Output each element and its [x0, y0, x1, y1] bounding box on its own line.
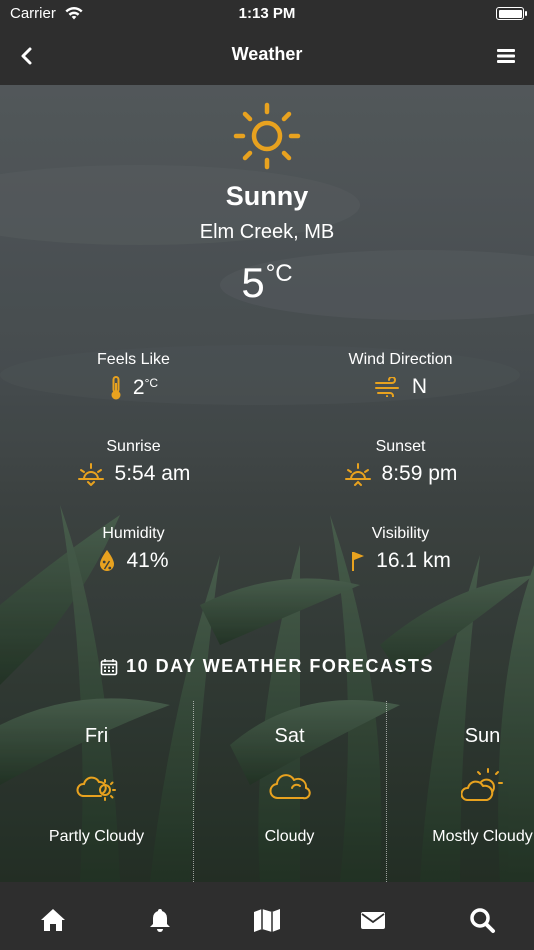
- feels-like-value: 2: [132, 376, 145, 399]
- humidity-drop-icon: [100, 550, 115, 571]
- wind-direction-value: N: [411, 375, 428, 398]
- sunrise-stat: Sunrise 5:54 am: [0, 438, 267, 486]
- calendar-icon: [100, 658, 118, 675]
- current-temperature: 5°C: [0, 259, 534, 307]
- home-icon[interactable]: [39, 906, 67, 934]
- visibility-value: 16.1 km: [376, 549, 451, 572]
- page-title: Weather: [231, 44, 303, 64]
- status-time: 1:13 PM: [238, 5, 296, 22]
- wind-icon: [374, 377, 399, 397]
- forecast-title: 10 DAY WEATHER FORECASTS: [126, 656, 434, 676]
- sunrise-value: 5:54 am: [114, 462, 191, 485]
- forecast-day[interactable]: Sat Cloudy: [193, 701, 386, 882]
- forecast-day[interactable]: Fri Partly Cloudy: [0, 701, 193, 882]
- wind-direction-label: Wind Direction: [348, 351, 453, 368]
- flag-icon: [352, 552, 365, 571]
- hamburger-menu-icon[interactable]: [492, 42, 520, 70]
- visibility-stat: Visibility 16.1 km: [267, 525, 534, 573]
- envelope-icon[interactable]: [359, 906, 387, 934]
- sunset-icon: [344, 463, 371, 486]
- forecast-day-description: Mostly Cloudy: [432, 828, 533, 845]
- sunset-value: 8:59 pm: [381, 462, 458, 485]
- temperature-unit: °C: [265, 260, 293, 287]
- temperature-value: 5: [241, 259, 265, 306]
- visibility-label: Visibility: [371, 525, 430, 542]
- location-label: Elm Creek, MB: [199, 221, 335, 243]
- thermometer-icon: [111, 376, 121, 400]
- map-icon[interactable]: [253, 906, 281, 934]
- sunset-label: Sunset: [375, 438, 426, 455]
- sunrise-label: Sunrise: [106, 438, 161, 455]
- tab-bar: [0, 882, 534, 950]
- feels-like-label: Feels Like: [97, 351, 170, 368]
- forecast-day-name: Sun: [464, 725, 501, 747]
- partly-cloudy-icon: [76, 776, 116, 801]
- sunset-stat: Sunset 8:59 pm: [267, 438, 534, 486]
- battery-icon: [496, 7, 527, 20]
- bell-icon[interactable]: [146, 906, 174, 934]
- sunrise-icon: [77, 463, 104, 486]
- status-bar: Carrier 1:13 PM: [0, 0, 534, 28]
- forecast-day-name: Sat: [274, 725, 305, 747]
- search-icon[interactable]: [468, 906, 496, 934]
- sun-icon: [233, 102, 301, 170]
- feels-like-unit: °C: [144, 376, 159, 390]
- humidity-value: 41%: [126, 549, 169, 572]
- feels-like-stat: Feels Like 2°C: [0, 351, 267, 401]
- forecast-list[interactable]: Fri Partly Cloudy Sat Cloudy Sun Mostly …: [0, 701, 534, 882]
- wind-direction-stat: Wind Direction N: [267, 351, 534, 399]
- navigation-bar: Weather: [0, 28, 534, 85]
- cloudy-icon: [269, 774, 311, 800]
- current-weather: Sunny Elm Creek, MB 5°C Feels Like 2°C W…: [0, 85, 534, 882]
- humidity-label: Humidity: [102, 525, 165, 542]
- forecast-day-description: Cloudy: [264, 828, 315, 845]
- forecast-day[interactable]: Sun Mostly Cloudy: [386, 701, 534, 882]
- forecast-header: 10 DAY WEATHER FORECASTS: [0, 656, 534, 677]
- mostly-cloudy-icon: [460, 768, 503, 801]
- weather-condition: Sunny: [225, 181, 309, 211]
- humidity-stat: Humidity 41%: [0, 525, 267, 573]
- forecast-day-description: Partly Cloudy: [48, 828, 145, 845]
- forecast-day-name: Fri: [84, 725, 109, 747]
